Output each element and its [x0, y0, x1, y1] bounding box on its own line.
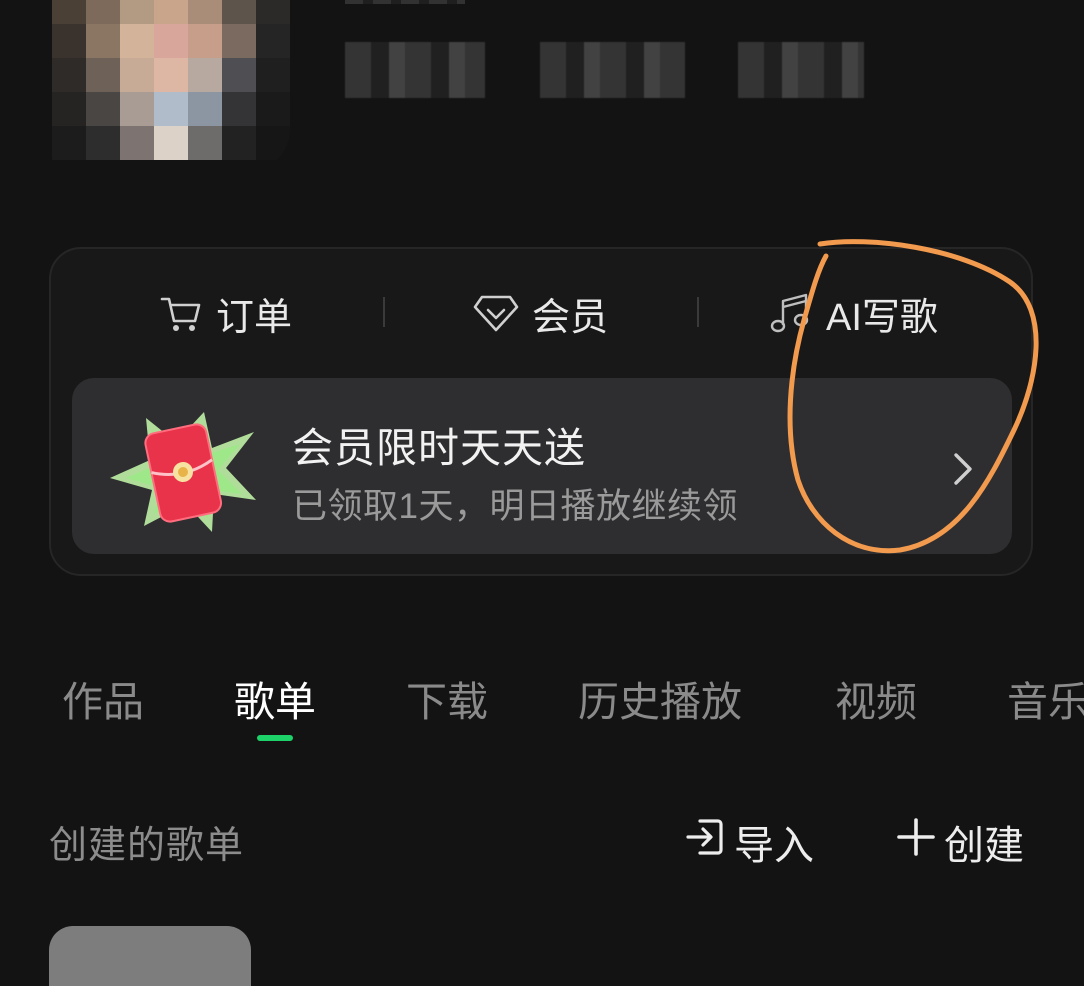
tab-videos[interactable]: 视频: [835, 668, 917, 728]
diamond-icon: [472, 291, 520, 335]
user-level-redacted: [540, 42, 685, 98]
promo-title: 会员限时天天送: [292, 425, 586, 471]
user-name-redacted: [345, 0, 465, 4]
tab-downloads[interactable]: 下载: [406, 668, 488, 728]
tab-works[interactable]: 作品: [62, 668, 144, 728]
divider: [697, 297, 699, 327]
create-playlist-button[interactable]: 创建: [896, 813, 1024, 871]
orders-shortcut[interactable]: 订单: [160, 285, 292, 341]
plus-icon: [896, 817, 936, 867]
ai-songwriting-shortcut[interactable]: AI写歌: [770, 285, 938, 341]
created-playlists-title: 创建的歌单: [49, 825, 245, 867]
vip-shortcut[interactable]: 会员: [472, 285, 608, 341]
user-id-redacted: [345, 42, 485, 98]
red-envelope-icon: [110, 412, 256, 532]
import-icon: [684, 816, 726, 868]
playlist-cover-thumbnail[interactable]: [49, 926, 251, 986]
vip-label: 会员: [532, 296, 609, 339]
divider: [383, 297, 385, 327]
tab-music[interactable]: 音乐: [1007, 668, 1084, 728]
music-note-icon: [770, 291, 814, 335]
user-listen-redacted: [738, 42, 864, 98]
chevron-right-icon: [954, 453, 972, 485]
tab-history[interactable]: 历史播放: [578, 668, 742, 728]
import-label: 导入: [734, 824, 814, 868]
orders-label: 订单: [216, 296, 293, 339]
avatar[interactable]: [52, 0, 290, 170]
promo-subtitle: 已领取1天，明日播放继续领: [292, 487, 738, 526]
cart-icon: [160, 291, 204, 335]
tab-playlists[interactable]: 歌单: [234, 668, 316, 728]
ai-songwriting-label: AI写歌: [826, 296, 938, 339]
create-label: 创建: [944, 824, 1024, 868]
import-button[interactable]: 导入: [684, 813, 814, 871]
active-tab-indicator: [257, 735, 293, 741]
